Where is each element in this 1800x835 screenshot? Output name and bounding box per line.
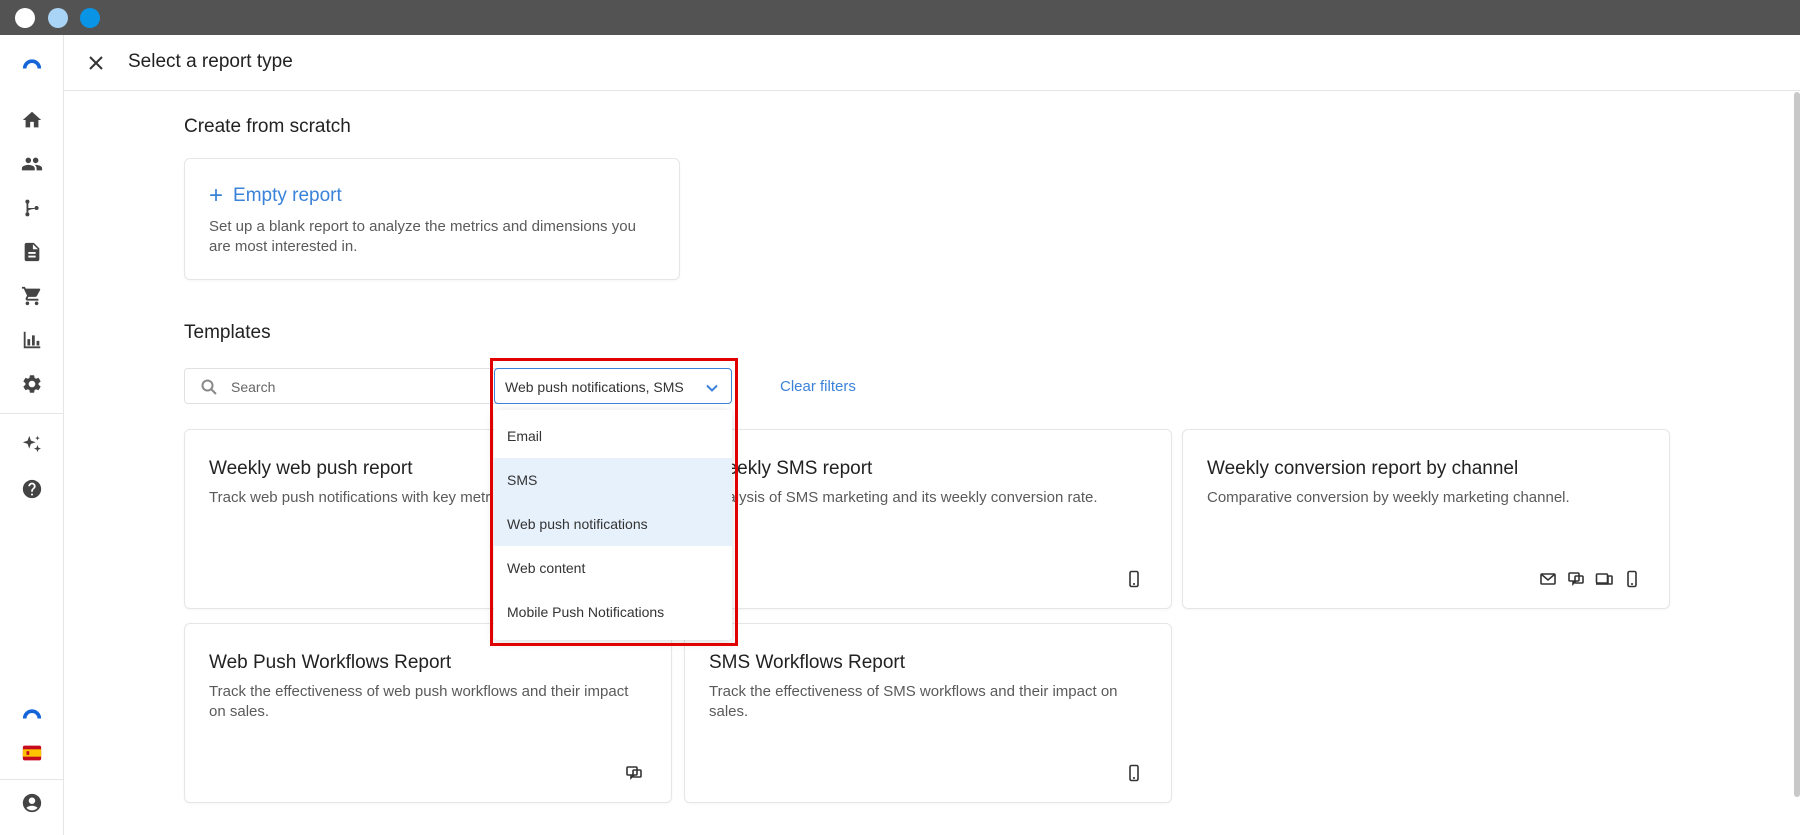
channel-icons	[625, 764, 643, 782]
mobile-icon	[1125, 570, 1143, 588]
user-profile-icon[interactable]	[20, 791, 44, 815]
template-card-description: Analysis of SMS marketing and its weekly…	[709, 489, 1098, 506]
email-icon	[1539, 570, 1557, 588]
empty-report-label: Empty report	[233, 185, 342, 206]
window-maximize-dot[interactable]	[80, 8, 100, 28]
spain-flag-icon[interactable]	[20, 741, 44, 765]
logo-icon[interactable]	[20, 51, 44, 75]
page-title: Select a report type	[128, 51, 293, 72]
template-card-sms-workflows[interactable]: SMS Workflows Report Track the effective…	[684, 623, 1172, 803]
template-card-title: Weekly web push report	[209, 458, 413, 479]
sidebar-divider-bottom	[0, 779, 64, 780]
template-card-title: Weekly conversion report by channel	[1207, 458, 1519, 479]
web-content-icon	[1595, 570, 1613, 588]
templates-heading: Templates	[184, 322, 271, 343]
help-icon[interactable]	[20, 477, 44, 501]
plus-icon: +	[209, 182, 224, 209]
channel-filter-value: Web push notifications, SMS	[505, 379, 684, 395]
channel-icons	[1539, 570, 1641, 588]
dropdown-option-email[interactable]: Email	[494, 414, 732, 458]
dropdown-option-sms[interactable]: SMS	[494, 458, 732, 502]
web-push-icon	[1567, 570, 1585, 588]
ai-sparkle-icon[interactable]	[20, 433, 44, 457]
sidebar-divider	[0, 413, 64, 414]
dropdown-option-mobile-push[interactable]: Mobile Push Notifications	[494, 590, 732, 634]
channel-icons	[1125, 570, 1143, 588]
channel-icons	[1125, 764, 1143, 782]
web-push-icon	[625, 764, 643, 782]
vertical-scrollbar[interactable]	[1794, 92, 1800, 797]
channel-filter-dropdown: Email SMS Web push notifications Web con…	[494, 410, 732, 640]
channel-filter-select[interactable]: Web push notifications, SMS	[494, 368, 732, 404]
template-card-description: Track the effectiveness of SMS workflows…	[709, 683, 1118, 720]
empty-report-link[interactable]: + Empty report	[209, 182, 342, 209]
window-titlebar	[0, 0, 1800, 35]
template-card-description: Comparative conversion by weekly marketi…	[1207, 489, 1570, 506]
empty-report-description: Set up a blank report to analyze the met…	[209, 218, 636, 255]
template-card-weekly-conversion[interactable]: Weekly conversion report by channel Comp…	[1182, 429, 1670, 609]
empty-report-card[interactable]: + Empty report Set up a blank report to …	[184, 158, 680, 280]
template-card-web-push-workflows[interactable]: Web Push Workflows Report Track the effe…	[184, 623, 672, 803]
search-icon	[201, 379, 217, 395]
sidebar	[0, 35, 64, 835]
workflows-icon[interactable]	[20, 196, 44, 220]
clear-filters-link[interactable]: Clear filters	[780, 378, 856, 395]
template-card-title: SMS Workflows Report	[709, 652, 906, 673]
contacts-icon[interactable]	[20, 152, 44, 176]
settings-gear-icon[interactable]	[20, 372, 44, 396]
close-icon	[89, 56, 103, 70]
template-search[interactable]	[184, 368, 504, 404]
template-card-weekly-sms[interactable]: Weekly SMS report Analysis of SMS market…	[684, 429, 1172, 609]
template-card-description: Track the effectiveness of web push work…	[209, 683, 629, 720]
content-icon[interactable]	[20, 240, 44, 264]
mobile-icon	[1125, 764, 1143, 782]
mobile-icon	[1623, 570, 1641, 588]
chevron-down-icon	[705, 381, 719, 395]
account-logo-icon[interactable]	[20, 701, 44, 725]
dropdown-option-web-content[interactable]: Web content	[494, 546, 732, 590]
home-icon[interactable]	[20, 108, 44, 132]
close-button[interactable]	[84, 51, 108, 75]
create-from-scratch-heading: Create from scratch	[184, 116, 351, 137]
window-close-dot[interactable]	[15, 8, 35, 28]
page-header: Select a report type	[64, 35, 1800, 91]
dropdown-option-web-push[interactable]: Web push notifications	[494, 502, 732, 546]
template-card-title: Web Push Workflows Report	[209, 652, 452, 673]
window-minimize-dot[interactable]	[48, 8, 68, 28]
cart-icon[interactable]	[20, 284, 44, 308]
template-card-title: Weekly SMS report	[709, 458, 873, 479]
reports-icon[interactable]	[20, 328, 44, 352]
search-input[interactable]	[231, 377, 491, 397]
